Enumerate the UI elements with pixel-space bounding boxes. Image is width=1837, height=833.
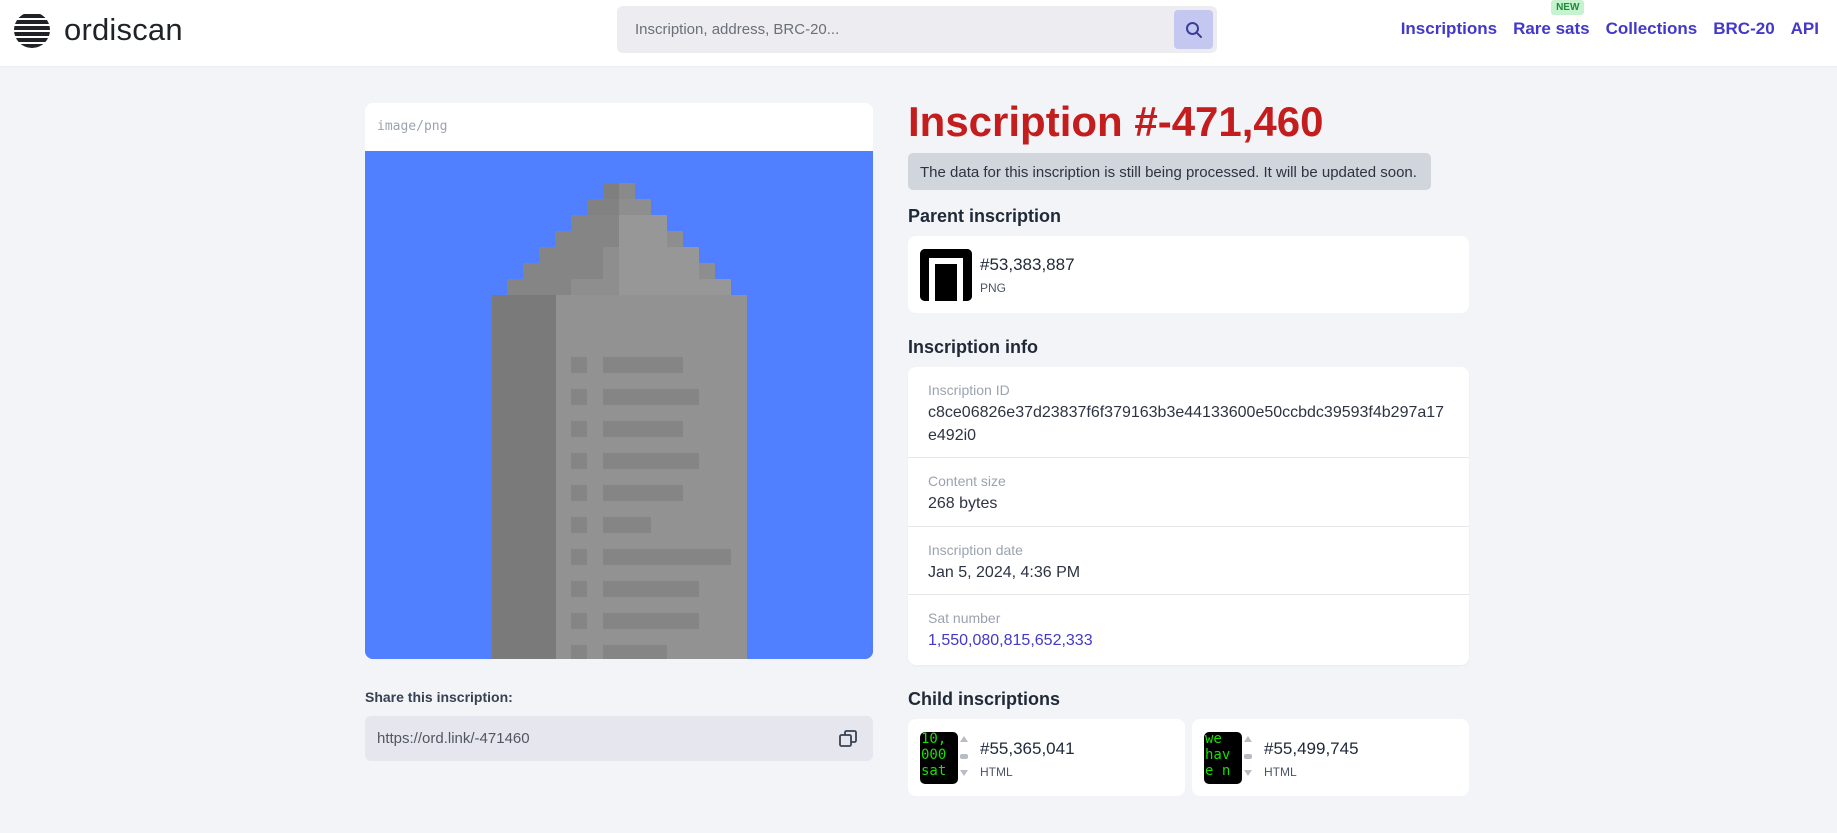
top-header: ordiscan Inscriptions Rare sats NEW Coll… [0,0,1837,67]
child-inscription-card[interactable]: we hav e n #55,499,745 HTML [1192,719,1469,796]
child-number[interactable]: #55,365,041 [980,739,1075,759]
logo[interactable]: ordiscan [14,12,183,48]
nav-collections[interactable]: Collections [1606,19,1698,39]
logo-text: ordiscan [64,12,183,47]
search-button[interactable] [1174,10,1213,49]
child-thumbnail: 10, 000 sat [920,732,958,784]
sat-indicator-icon [960,736,968,776]
inscription-preview-image[interactable] [365,151,873,659]
inscription-preview-card: image/png [365,103,873,659]
info-row-id: Inscription ID c8ce06826e37d23837f6f3791… [908,367,1469,458]
page-title: Inscription #-471,460 [908,98,1324,145]
nav-inscriptions[interactable]: Inscriptions [1401,19,1497,39]
inscription-id-value: c8ce06826e37d23837f6f379163b3e44133600e5… [928,404,1445,444]
info-label: Content size [928,473,1006,489]
copy-icon [839,730,857,747]
info-row-sat: Sat number 1,550,080,815,652,333 [908,595,1469,665]
info-row-date: Inscription date Jan 5, 2024, 4:36 PM [908,527,1469,595]
info-label: Inscription date [928,542,1023,558]
search-input[interactable] [635,6,1155,53]
copy-button[interactable] [837,728,859,750]
parent-thumbnail [920,249,972,301]
pixel-tower-image [365,151,873,659]
nav-brc20[interactable]: BRC-20 [1713,19,1774,39]
parent-type: PNG [980,281,1007,295]
nav-api[interactable]: API [1791,19,1819,39]
child-code-preview: 10, 000 sat [921,732,947,779]
new-badge: NEW [1551,0,1585,15]
main-nav: Inscriptions Rare sats NEW Collections B… [1401,0,1819,39]
info-label: Inscription ID [928,382,1010,398]
share-url[interactable]: https://ord.link/-471460 [377,730,530,747]
sat-number-link[interactable]: 1,550,080,815,652,333 [928,629,1449,652]
mime-type: image/png [377,119,448,134]
content-size-value: 268 bytes [928,495,998,512]
search-icon [1185,21,1202,38]
inscription-date-value: Jan 5, 2024, 4:36 PM [928,564,1081,581]
children-heading: Child inscriptions [908,689,1061,709]
share-link-box[interactable]: https://ord.link/-471460 [365,716,873,761]
search-bar [617,6,1217,53]
nav-rare-sats[interactable]: Rare sats NEW [1513,0,1590,39]
parent-inscription-card[interactable]: #53,383,887 PNG [908,236,1469,313]
ordiscan-logo-icon [14,12,50,48]
child-type: HTML [980,765,1013,779]
processing-notice: The data for this inscription is still b… [908,153,1431,190]
info-label: Sat number [928,610,1001,626]
child-number[interactable]: #55,499,745 [1264,739,1359,759]
parent-number[interactable]: #53,383,887 [980,255,1075,275]
parent-heading: Parent inscription [908,206,1062,226]
child-thumbnail: we hav e n [1204,732,1242,784]
info-heading: Inscription info [908,337,1038,357]
info-row-size: Content size 268 bytes [908,458,1469,527]
child-code-preview: we hav e n [1205,732,1231,779]
child-type: HTML [1264,765,1297,779]
parent-thumbnail-image [920,249,972,301]
share-label: Share this inscription: [365,689,513,705]
nav-rare-sats-label: Rare sats [1513,19,1590,38]
sat-indicator-icon [1244,736,1252,776]
inscription-info-card: Inscription ID c8ce06826e37d23837f6f3791… [908,367,1469,665]
child-inscription-card[interactable]: 10, 000 sat #55,365,041 HTML [908,719,1185,796]
